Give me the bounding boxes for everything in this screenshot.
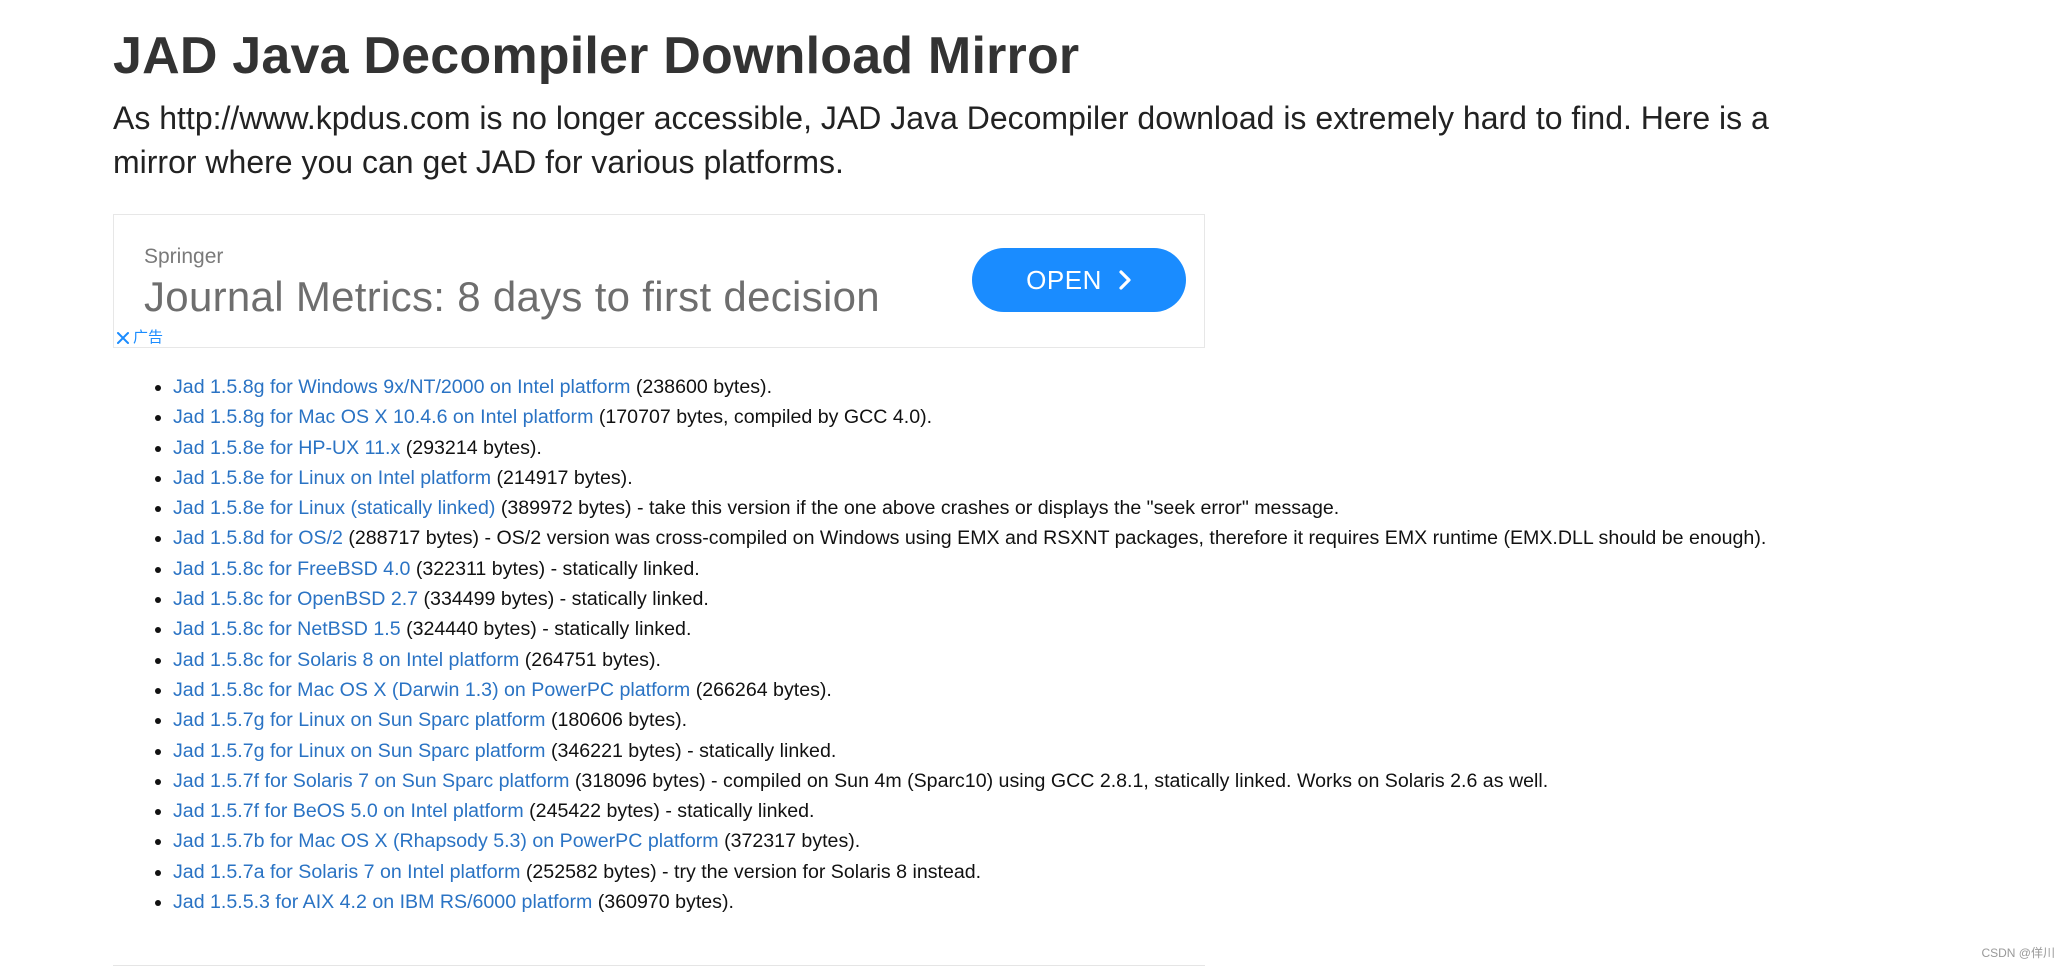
- download-link[interactable]: Jad 1.5.8e for Linux (statically linked): [173, 497, 495, 519]
- ad-headline[interactable]: Journal Metrics: 8 days to first decisio…: [144, 273, 880, 321]
- page-title: JAD Java Decompiler Download Mirror: [113, 27, 1080, 85]
- download-list-item: Jad 1.5.8g for Windows 9x/NT/2000 on Int…: [173, 372, 1933, 402]
- ad-close-control[interactable]: 广告: [116, 329, 163, 347]
- download-note: (264751 bytes).: [519, 648, 661, 671]
- download-note: (288717 bytes) - OS/2 version was cross-…: [342, 527, 1767, 550]
- download-note: (293214 bytes).: [400, 436, 542, 459]
- download-list-item: Jad 1.5.7g for Linux on Sun Sparc platfo…: [173, 736, 1933, 766]
- ad-brand: Springer: [144, 245, 224, 268]
- watermark: CSDN @佯川: [1981, 946, 2055, 960]
- download-link[interactable]: Jad 1.5.8d for OS/2: [173, 527, 343, 549]
- ad-label: 广告: [133, 329, 164, 346]
- download-link[interactable]: Jad 1.5.7f for BeOS 5.0 on Intel platfor…: [173, 800, 524, 822]
- download-link[interactable]: Jad 1.5.7a for Solaris 7 on Intel platfo…: [173, 861, 520, 883]
- download-list-item: Jad 1.5.7a for Solaris 7 on Intel platfo…: [173, 857, 1933, 887]
- download-link[interactable]: Jad 1.5.7b for Mac OS X (Rhapsody 5.3) o…: [173, 830, 719, 852]
- download-list-item: Jad 1.5.8e for Linux (statically linked)…: [173, 493, 1933, 523]
- download-list: Jad 1.5.8g for Windows 9x/NT/2000 on Int…: [113, 372, 1933, 917]
- download-link[interactable]: Jad 1.5.8e for HP-UX 11.x: [173, 437, 400, 459]
- download-note: (180606 bytes).: [545, 709, 688, 732]
- download-note: (389972 bytes) - take this version if th…: [495, 497, 1340, 520]
- bottom-divider: [113, 965, 1205, 966]
- download-link[interactable]: Jad 1.5.8c for FreeBSD 4.0: [173, 558, 410, 580]
- chevron-right-icon: [1119, 270, 1131, 290]
- page-content: JAD Java Decompiler Download Mirror As h…: [113, 24, 1813, 917]
- download-note: (318096 bytes) - compiled on Sun 4m (Spa…: [569, 769, 1549, 792]
- close-icon[interactable]: [116, 331, 130, 345]
- download-note: (360970 bytes).: [592, 891, 734, 914]
- download-list-item: Jad 1.5.7f for BeOS 5.0 on Intel platfor…: [173, 796, 1933, 826]
- download-note: (214917 bytes).: [491, 466, 633, 489]
- download-note: (372317 bytes).: [718, 830, 861, 853]
- download-link[interactable]: Jad 1.5.8c for OpenBSD 2.7: [173, 588, 418, 610]
- download-note: (245422 bytes) - statically linked.: [523, 800, 815, 823]
- download-list-item: Jad 1.5.8c for NetBSD 1.5 (324440 bytes)…: [173, 614, 1933, 644]
- download-link[interactable]: Jad 1.5.5.3 for AIX 4.2 on IBM RS/6000 p…: [173, 891, 592, 913]
- download-list-item: Jad 1.5.8c for FreeBSD 4.0 (322311 bytes…: [173, 554, 1933, 584]
- download-list-item: Jad 1.5.7g for Linux on Sun Sparc platfo…: [173, 705, 1933, 735]
- advertisement-banner[interactable]: Springer Journal Metrics: 8 days to firs…: [113, 214, 1205, 348]
- download-link[interactable]: Jad 1.5.8e for Linux on Intel platform: [173, 467, 491, 489]
- download-note: (238600 bytes).: [630, 376, 773, 398]
- download-link[interactable]: Jad 1.5.8c for Mac OS X (Darwin 1.3) on …: [173, 679, 690, 701]
- intro-paragraph: As http://www.kpdus.com is no longer acc…: [113, 100, 1769, 180]
- download-list-item: Jad 1.5.8c for Mac OS X (Darwin 1.3) on …: [173, 675, 1933, 705]
- ad-open-button[interactable]: OPEN: [972, 248, 1186, 312]
- download-list-item: Jad 1.5.7f for Solaris 7 on Sun Sparc pl…: [173, 766, 1933, 796]
- download-list-item: Jad 1.5.8e for Linux on Intel platform (…: [173, 463, 1933, 493]
- download-list-item: Jad 1.5.8e for HP-UX 11.x (293214 bytes)…: [173, 433, 1933, 463]
- download-list-item: Jad 1.5.7b for Mac OS X (Rhapsody 5.3) o…: [173, 826, 1933, 856]
- download-list-item: Jad 1.5.8d for OS/2 (288717 bytes) - OS/…: [173, 523, 1933, 553]
- download-list-item: Jad 1.5.8g for Mac OS X 10.4.6 on Intel …: [173, 402, 1933, 432]
- download-link[interactable]: Jad 1.5.7g for Linux on Sun Sparc platfo…: [173, 709, 546, 731]
- download-link[interactable]: Jad 1.5.8c for Solaris 8 on Intel platfo…: [173, 649, 519, 671]
- ad-open-label: OPEN: [1026, 264, 1102, 295]
- download-link[interactable]: Jad 1.5.8g for Mac OS X 10.4.6 on Intel …: [173, 406, 593, 428]
- download-note: (334499 bytes) - statically linked.: [418, 588, 709, 611]
- download-link[interactable]: Jad 1.5.7g for Linux on Sun Sparc platfo…: [173, 740, 546, 762]
- download-link[interactable]: Jad 1.5.8g for Windows 9x/NT/2000 on Int…: [173, 376, 630, 398]
- download-link[interactable]: Jad 1.5.7f for Solaris 7 on Sun Sparc pl…: [173, 770, 569, 792]
- download-note: (346221 bytes) - statically linked.: [545, 739, 837, 762]
- download-list-item: Jad 1.5.8c for OpenBSD 2.7 (334499 bytes…: [173, 584, 1933, 614]
- download-list-item: Jad 1.5.5.3 for AIX 4.2 on IBM RS/6000 p…: [173, 887, 1933, 917]
- download-list-item: Jad 1.5.8c for Solaris 8 on Intel platfo…: [173, 645, 1933, 675]
- download-note: (266264 bytes).: [690, 678, 832, 701]
- download-link[interactable]: Jad 1.5.8c for NetBSD 1.5: [173, 618, 401, 640]
- download-note: (322311 bytes) - statically linked.: [410, 557, 700, 580]
- download-note: (252582 bytes) - try the version for Sol…: [520, 860, 982, 883]
- download-note: (324440 bytes) - statically linked.: [400, 618, 692, 641]
- download-note: (170707 bytes, compiled by GCC 4.0).: [593, 406, 933, 429]
